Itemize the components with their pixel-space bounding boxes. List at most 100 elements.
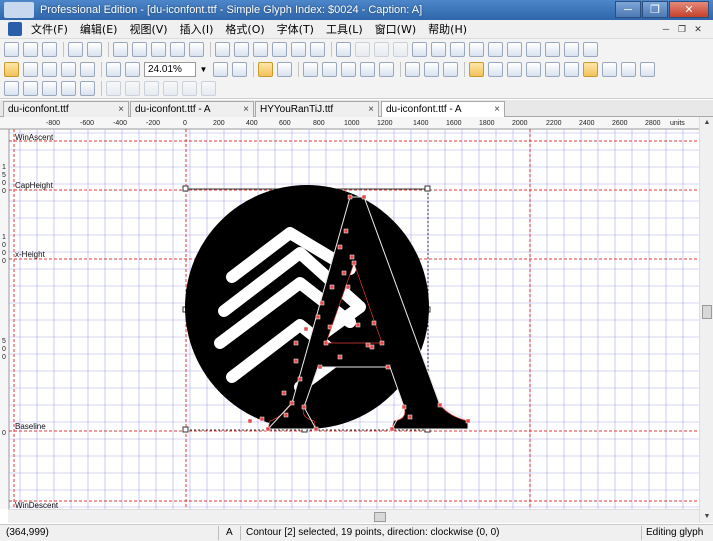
- character-a-icon[interactable]: [431, 41, 446, 57]
- contour-point[interactable]: [247, 418, 253, 424]
- contour-point[interactable]: [385, 364, 391, 370]
- character-e-icon[interactable]: [507, 41, 522, 57]
- close-icon[interactable]: ×: [243, 102, 249, 117]
- glyph-properties-icon[interactable]: [234, 41, 249, 57]
- print-icon[interactable]: [68, 41, 83, 57]
- ellipse-shape-icon[interactable]: [379, 61, 394, 77]
- font-properties-icon[interactable]: [215, 41, 230, 57]
- minimize-button[interactable]: ─: [615, 1, 641, 18]
- copy-icon[interactable]: [132, 41, 147, 57]
- zoom-out-icon[interactable]: [125, 61, 140, 77]
- contour-point[interactable]: [379, 340, 385, 346]
- contour-point[interactable]: [323, 340, 329, 346]
- points-icon[interactable]: [526, 61, 541, 77]
- align-left-icon[interactable]: [106, 81, 121, 96]
- subtract-icon[interactable]: [80, 81, 95, 96]
- restore-button[interactable]: ❐: [642, 1, 668, 18]
- preview-icon[interactable]: [272, 41, 287, 57]
- align-top-icon[interactable]: [163, 81, 178, 96]
- close-icon[interactable]: ×: [494, 102, 500, 117]
- character-b-icon[interactable]: [450, 41, 465, 57]
- menu-help[interactable]: 帮助(H): [422, 21, 473, 37]
- menu-tools[interactable]: 工具(L): [320, 21, 369, 37]
- sample-text-icon[interactable]: [583, 41, 598, 57]
- contour-point[interactable]: [337, 244, 343, 250]
- contour-point[interactable]: [465, 418, 471, 424]
- contour-point[interactable]: [317, 364, 323, 370]
- contour-point[interactable]: [341, 270, 347, 276]
- contour-point[interactable]: [349, 254, 355, 260]
- close-icon[interactable]: ×: [368, 102, 374, 117]
- vertical-scroll-thumb[interactable]: [702, 305, 712, 319]
- zoom-in-icon[interactable]: [106, 61, 121, 77]
- union-icon[interactable]: [42, 81, 57, 96]
- contour-point[interactable]: [355, 322, 361, 328]
- contour-point[interactable]: [313, 426, 319, 432]
- contour-point[interactable]: [437, 402, 443, 408]
- contour-prev-icon[interactable]: [405, 61, 420, 77]
- glyph-shape[interactable]: [185, 185, 469, 430]
- image-icon[interactable]: [303, 61, 318, 77]
- menu-font[interactable]: 字体(T): [271, 21, 320, 37]
- pen-tool-icon[interactable]: [61, 61, 76, 77]
- smiley-icon[interactable]: [412, 41, 427, 57]
- help-icon[interactable]: [310, 41, 325, 57]
- curve-icon[interactable]: [583, 61, 598, 77]
- align-center-icon[interactable]: [125, 81, 140, 96]
- contour-point[interactable]: [371, 320, 377, 326]
- background-icon[interactable]: [564, 61, 579, 77]
- glyph-next-icon[interactable]: [393, 41, 408, 57]
- character-f-icon[interactable]: [526, 41, 541, 57]
- align-middle-icon[interactable]: [182, 81, 197, 96]
- glyph-editor[interactable]: -800 -600 -400 -200 0 200 400 600 800 10…: [0, 117, 713, 524]
- scroll-up-icon[interactable]: ▲: [700, 117, 713, 129]
- glyph-list-icon[interactable]: [336, 41, 351, 57]
- contour-point[interactable]: [265, 426, 271, 432]
- horizontal-scroll-thumb[interactable]: [374, 512, 386, 522]
- contour-point[interactable]: [361, 194, 367, 200]
- contour-point[interactable]: [343, 228, 349, 234]
- fill-icon[interactable]: [322, 61, 337, 77]
- tab-du-iconfont[interactable]: du-iconfont.ttf ×: [3, 101, 129, 117]
- glyph-canvas[interactable]: -800 -600 -400 -200 0 200 400 600 800 10…: [0, 117, 713, 524]
- undo-icon[interactable]: [170, 41, 185, 57]
- validate-check-icon[interactable]: [253, 41, 268, 57]
- contour-point[interactable]: [293, 340, 299, 346]
- node-tool-icon[interactable]: [277, 61, 292, 77]
- chevron-down-icon[interactable]: ▼: [198, 62, 209, 77]
- character-d-icon[interactable]: [488, 41, 503, 57]
- paste-glyph-icon[interactable]: [564, 41, 579, 57]
- redo-icon[interactable]: [189, 41, 204, 57]
- corner-icon[interactable]: [621, 61, 636, 77]
- contour-point[interactable]: [407, 414, 413, 420]
- close-icon[interactable]: ×: [118, 102, 124, 117]
- measure-tool-icon[interactable]: [80, 61, 95, 77]
- contour-point[interactable]: [283, 412, 289, 418]
- guides-icon[interactable]: [488, 61, 503, 77]
- glyph-nav-icon[interactable]: [355, 41, 370, 57]
- tab-du-iconfont-a[interactable]: du-iconfont.ttf - A ×: [130, 101, 254, 117]
- character-c-icon[interactable]: [469, 41, 484, 57]
- contour-point[interactable]: [281, 390, 287, 396]
- scroll-down-icon[interactable]: ▼: [700, 511, 713, 523]
- contour-point[interactable]: [303, 326, 309, 332]
- menu-edit[interactable]: 编辑(E): [74, 21, 124, 37]
- copy-glyph-icon[interactable]: [545, 41, 560, 57]
- contour-point[interactable]: [389, 426, 395, 432]
- contour-point[interactable]: [319, 300, 325, 306]
- split-contour-icon[interactable]: [23, 81, 38, 96]
- contour-next-icon[interactable]: [424, 61, 439, 77]
- horizontal-scrollbar[interactable]: [8, 509, 699, 523]
- save-icon[interactable]: [42, 41, 57, 57]
- contour-point[interactable]: [327, 324, 333, 330]
- contour-point[interactable]: [345, 284, 351, 290]
- contour-point[interactable]: [289, 400, 295, 406]
- align-right-icon[interactable]: [144, 81, 159, 96]
- contour-point[interactable]: [369, 344, 375, 350]
- menu-file[interactable]: 文件(F): [25, 21, 74, 37]
- hinting-icon[interactable]: [640, 61, 655, 77]
- tangent-icon[interactable]: [602, 61, 617, 77]
- bitmap-icon[interactable]: [545, 61, 560, 77]
- rectangle-shape-icon[interactable]: [360, 61, 375, 77]
- contour-point[interactable]: [365, 342, 371, 348]
